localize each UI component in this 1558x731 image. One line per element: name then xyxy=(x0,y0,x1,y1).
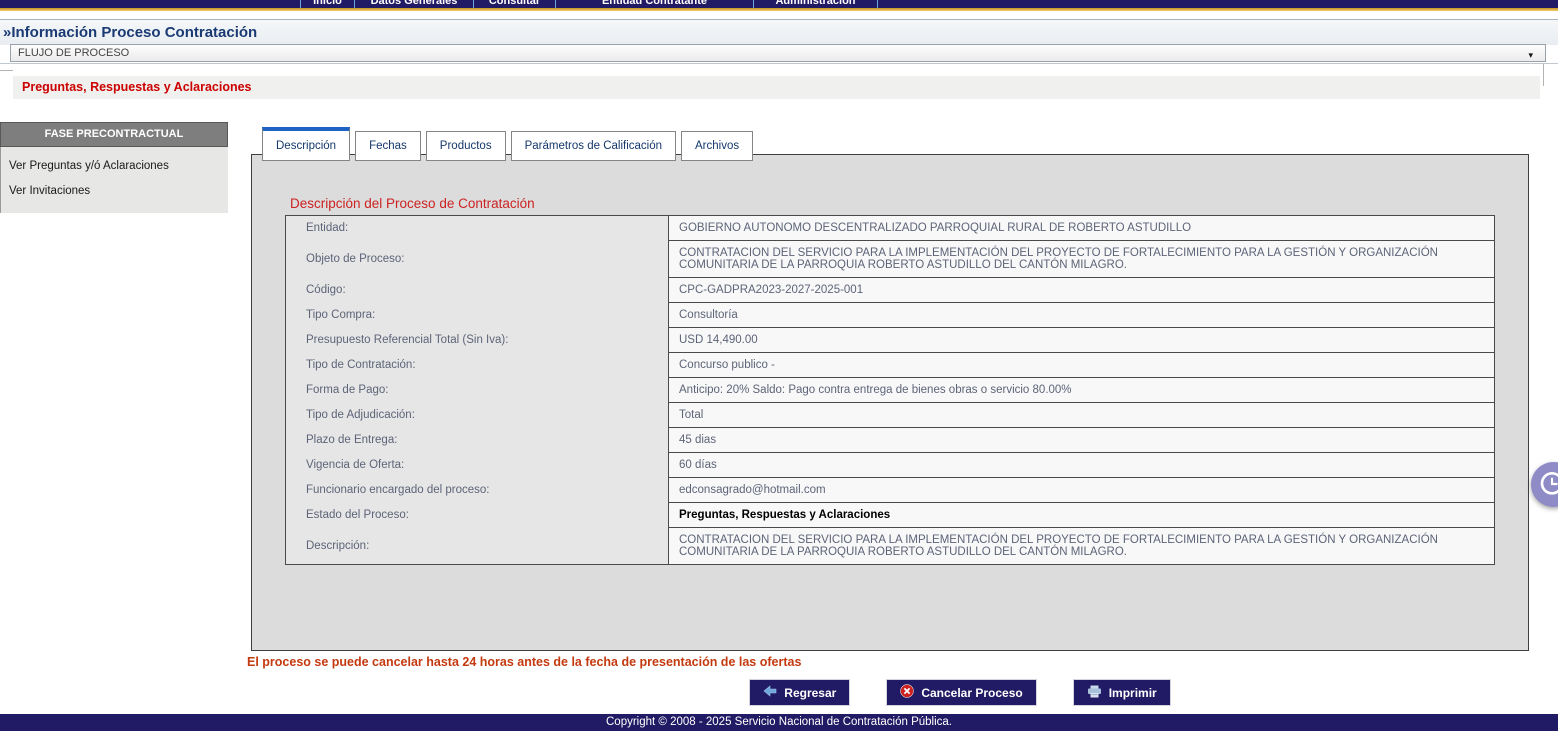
floating-history-widget[interactable] xyxy=(1531,462,1558,507)
nav-item-entidad-contratante[interactable]: Entidad Contratante xyxy=(555,0,753,8)
table-row: Tipo de Contratación: Concurso publico - xyxy=(286,353,1495,378)
horizontal-divider xyxy=(0,63,1558,64)
title-band: »Información Proceso Contratación xyxy=(0,19,1558,45)
nav-item-inicio[interactable]: Inicio xyxy=(300,0,354,8)
clock-icon xyxy=(1538,466,1558,503)
sidebar-body: Ver Preguntas y/ó Aclaraciones Ver Invit… xyxy=(0,147,228,213)
action-button-row: Regresar Cancelar Proceso Imprimir xyxy=(0,679,1558,706)
fieldset-border-left xyxy=(0,70,13,71)
tab-parametros-calificacion[interactable]: Parámetros de Calificación xyxy=(511,131,676,161)
footer: Copyright © 2008 - 2025 Servicio Naciona… xyxy=(0,714,1558,731)
table-row: Tipo Compra: Consultoría xyxy=(286,303,1495,328)
nav-item-consultar[interactable]: Consultar xyxy=(473,0,555,8)
field-value: 45 dias xyxy=(669,428,1495,453)
field-label: Estado del Proceso: xyxy=(286,503,669,528)
page-title: »Información Proceso Contratación xyxy=(3,20,257,46)
regresar-button-label: Regresar xyxy=(784,686,836,700)
process-flow-select-value: FLUJO DE PROCESO xyxy=(18,47,129,59)
tab-archivos[interactable]: Archivos xyxy=(681,131,753,161)
field-label: Tipo de Contratación: xyxy=(286,353,669,378)
tab-descripcion[interactable]: Descripción xyxy=(262,127,350,161)
field-value: 60 días xyxy=(669,453,1495,478)
table-row: Código: CPC-GADPRA2023-2027-2025-001 xyxy=(286,278,1495,303)
table-row: Plazo de Entrega: 45 dias xyxy=(286,428,1495,453)
process-details-table: Entidad: GOBIERNO AUTONOMO DESCENTRALIZA… xyxy=(285,215,1495,565)
field-value: Total xyxy=(669,403,1495,428)
cancel-icon xyxy=(900,684,914,701)
field-label: Vigencia de Oferta: xyxy=(286,453,669,478)
imprimir-button[interactable]: Imprimir xyxy=(1073,679,1171,706)
section-title: Descripción del Proceso de Contratación xyxy=(290,196,535,211)
regresar-button[interactable]: Regresar xyxy=(749,679,850,706)
cancelar-proceso-button-label: Cancelar Proceso xyxy=(921,686,1022,700)
table-row: Descripción: CONTRATACION DEL SERVICIO P… xyxy=(286,528,1495,565)
top-navigation-bar: Inicio Datos Generales Consultar Entidad… xyxy=(0,0,1558,8)
table-row: Entidad: GOBIERNO AUTONOMO DESCENTRALIZA… xyxy=(286,216,1495,241)
field-label: Tipo de Adjudicación: xyxy=(286,403,669,428)
tab-bar: Descripción Fechas Productos Parámetros … xyxy=(262,127,753,161)
field-value: CONTRATACION DEL SERVICIO PARA LA IMPLEM… xyxy=(669,528,1495,565)
copyright-text: Copyright © 2008 - 2025 Servicio Naciona… xyxy=(606,716,952,728)
table-row: Tipo de Adjudicación: Total xyxy=(286,403,1495,428)
table-row: Vigencia de Oferta: 60 días xyxy=(286,453,1495,478)
field-label: Objeto de Proceso: xyxy=(286,241,669,278)
field-value: CONTRATACION DEL SERVICIO PARA LA IMPLEM… xyxy=(669,241,1495,278)
gold-divider xyxy=(0,8,1558,11)
field-label: Tipo Compra: xyxy=(286,303,669,328)
table-row: Forma de Pago: Anticipo: 20% Saldo: Pago… xyxy=(286,378,1495,403)
process-status-text: Preguntas, Respuestas y Aclaraciones xyxy=(13,76,1540,99)
field-value: edconsagrado@hotmail.com xyxy=(669,478,1495,503)
cancel-deadline-warning: El proceso se puede cancelar hasta 24 ho… xyxy=(247,655,801,669)
field-label: Forma de Pago: xyxy=(286,378,669,403)
back-arrow-icon xyxy=(763,685,777,700)
field-value: GOBIERNO AUTONOMO DESCENTRALIZADO PARROQ… xyxy=(669,216,1495,241)
field-label: Entidad: xyxy=(286,216,669,241)
cancelar-proceso-button[interactable]: Cancelar Proceso xyxy=(886,679,1036,706)
field-label: Presupuesto Referencial Total (Sin Iva): xyxy=(286,328,669,353)
dropdown-arrow-icon[interactable]: ▾ xyxy=(1528,47,1533,63)
process-flow-select[interactable]: FLUJO DE PROCESO ▾ xyxy=(10,44,1546,62)
field-label: Plazo de Entrega: xyxy=(286,428,669,453)
field-label: Descripción: xyxy=(286,528,669,565)
field-value: Anticipo: 20% Saldo: Pago contra entrega… xyxy=(669,378,1495,403)
field-value: USD 14,490.00 xyxy=(669,328,1495,353)
tab-productos[interactable]: Productos xyxy=(426,131,506,161)
sidebar-item-ver-invitaciones[interactable]: Ver Invitaciones xyxy=(1,179,228,204)
printer-icon xyxy=(1087,685,1102,701)
imprimir-button-label: Imprimir xyxy=(1109,686,1157,700)
fieldset-border-right xyxy=(1543,64,1544,86)
tab-fechas[interactable]: Fechas xyxy=(355,131,421,161)
table-row-estado: Estado del Proceso: Preguntas, Respuesta… xyxy=(286,503,1495,528)
process-status-banner: Preguntas, Respuestas y Aclaraciones xyxy=(13,76,1540,99)
field-label: Código: xyxy=(286,278,669,303)
table-row: Funcionario encargado del proceso: edcon… xyxy=(286,478,1495,503)
field-value-estado: Preguntas, Respuestas y Aclaraciones xyxy=(669,503,1495,528)
sidebar: FASE PRECONTRACTUAL Ver Preguntas y/ó Ac… xyxy=(0,122,228,213)
nav-menu: Inicio Datos Generales Consultar Entidad… xyxy=(300,0,878,8)
field-value: CPC-GADPRA2023-2027-2025-001 xyxy=(669,278,1495,303)
field-label: Funcionario encargado del proceso: xyxy=(286,478,669,503)
sidebar-item-ver-preguntas[interactable]: Ver Preguntas y/ó Aclaraciones xyxy=(1,154,228,179)
nav-item-datos-generales[interactable]: Datos Generales xyxy=(354,0,473,8)
sidebar-header-fase-precontractual: FASE PRECONTRACTUAL xyxy=(0,122,228,147)
table-row: Objeto de Proceso: CONTRATACION DEL SERV… xyxy=(286,241,1495,278)
field-value: Concurso publico - xyxy=(669,353,1495,378)
table-row: Presupuesto Referencial Total (Sin Iva):… xyxy=(286,328,1495,353)
field-value: Consultoría xyxy=(669,303,1495,328)
nav-item-administracion[interactable]: Administración xyxy=(753,0,878,8)
